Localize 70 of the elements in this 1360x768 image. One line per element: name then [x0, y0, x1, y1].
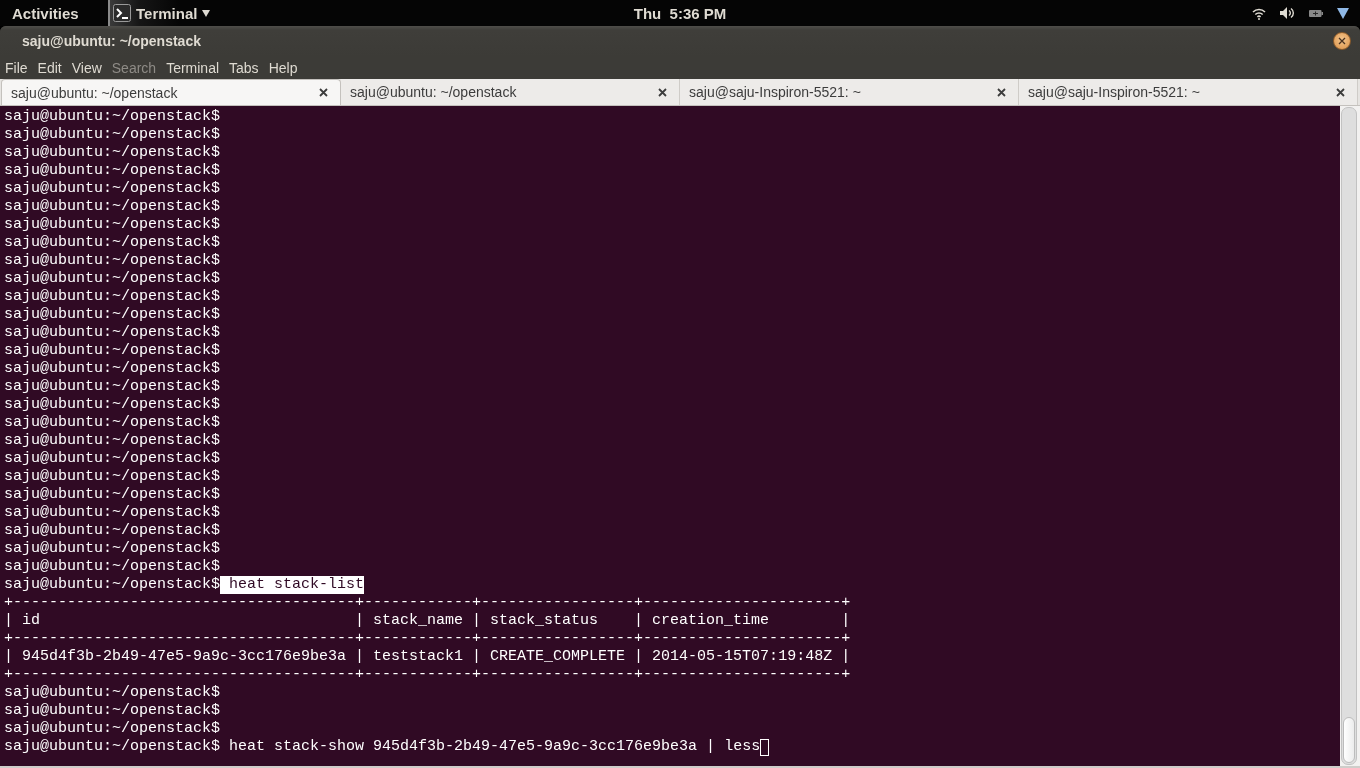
shell-prompt: saju@ubuntu:~/openstack$ [4, 414, 221, 432]
window-title: saju@ubuntu: ~/openstack [22, 33, 201, 49]
activities-button[interactable]: Activities [12, 4, 96, 22]
shell-prompt: saju@ubuntu:~/openstack$ [4, 216, 221, 234]
close-icon [1336, 87, 1345, 97]
tab-close-button[interactable] [656, 85, 669, 99]
menu-item[interactable]: Terminal [161, 58, 225, 77]
shell-prompt: saju@ubuntu:~/openstack$ [4, 288, 221, 306]
shell-prompt: saju@ubuntu:~/openstack$ [4, 738, 221, 756]
shell-prompt: saju@ubuntu:~/openstack$ [4, 540, 221, 558]
shell-prompt: saju@ubuntu:~/openstack$ [4, 306, 221, 324]
terminal-tab[interactable]: saju@saju-Inspiron-5521: ~ [1019, 79, 1358, 105]
shell-prompt: saju@ubuntu:~/openstack$ [4, 378, 221, 396]
shell-prompt: saju@ubuntu:~/openstack$ [4, 342, 221, 360]
shell-prompt: saju@ubuntu:~/openstack$ [4, 702, 221, 720]
close-button[interactable] [1333, 32, 1351, 50]
wifi-icon[interactable] [1252, 6, 1266, 20]
tab-close-button[interactable] [995, 85, 1008, 99]
shell-prompt: saju@ubuntu:~/openstack$ [4, 486, 221, 504]
tab-close-button[interactable] [1334, 85, 1347, 99]
close-icon [658, 87, 667, 97]
close-icon [319, 88, 328, 97]
shell-prompt: saju@ubuntu:~/openstack$ [4, 432, 221, 450]
clock[interactable]: Thu 5:36 PM [633, 4, 727, 22]
caret-icon[interactable] [1337, 7, 1349, 19]
command-text: heat stack-show 945d4f3b-2b49-47e5-9a9c-3cc176e9be3a | less [229, 738, 761, 756]
shell-prompt: saju@ubuntu:~/openstack$ [4, 720, 221, 738]
shell-prompt: saju@ubuntu:~/openstack$ [4, 108, 221, 126]
terminal-output: +--------------------------------------+------------+-----------------+----------------------+ [4, 666, 851, 684]
shell-prompt: saju@ubuntu:~/openstack$ [4, 522, 221, 540]
shell-prompt: saju@ubuntu:~/openstack$ [4, 234, 221, 252]
scrollbar[interactable] [1341, 107, 1357, 765]
shell-prompt: saju@ubuntu:~/openstack$ [4, 450, 221, 468]
shell-prompt: saju@ubuntu:~/openstack$ [4, 558, 221, 576]
menu-item[interactable]: Tabs [224, 58, 264, 77]
shell-prompt: saju@ubuntu:~/openstack$ [4, 504, 221, 522]
shell-prompt: saju@ubuntu:~/openstack$ [4, 324, 221, 342]
menu-item[interactable]: Help [263, 58, 303, 77]
terminal-output: +--------------------------------------+------------+-----------------+----------------------+ [4, 594, 851, 612]
shell-prompt: saju@ubuntu:~/openstack$ [4, 180, 221, 198]
caret-icon [202, 9, 211, 17]
scrollbar-thumb[interactable] [1343, 717, 1355, 763]
shell-prompt: saju@ubuntu:~/openstack$ [4, 468, 221, 486]
close-icon [997, 87, 1006, 97]
shell-prompt: saju@ubuntu:~/openstack$ [4, 162, 221, 180]
shell-prompt: saju@ubuntu:~/openstack$ [4, 360, 221, 378]
terminal-output: +--------------------------------------+------------+-----------------+----------------------+ [4, 630, 851, 648]
terminal-area[interactable] [0, 106, 1340, 766]
menu-item[interactable]: View [66, 58, 107, 77]
shell-prompt: saju@ubuntu:~/openstack$ [4, 576, 221, 594]
battery-icon[interactable] [1309, 9, 1323, 17]
terminal-output: | id | stack_name | stack_status | creation_time | [4, 612, 851, 630]
terminal-tab[interactable]: saju@saju-Inspiron-5521: ~ [680, 79, 1019, 105]
shell-prompt: saju@ubuntu:~/openstack$ [4, 198, 221, 216]
shell-prompt: saju@ubuntu:~/openstack$ [4, 126, 221, 144]
terminal-icon [113, 4, 131, 22]
command-text: heat stack-list [220, 576, 365, 594]
shell-prompt: saju@ubuntu:~/openstack$ [4, 144, 221, 162]
shell-prompt: saju@ubuntu:~/openstack$ [4, 252, 221, 270]
shell-prompt: saju@ubuntu:~/openstack$ [4, 684, 221, 702]
menu-item[interactable]: File [0, 58, 33, 77]
terminal-tab[interactable]: saju@ubuntu: ~/openstack [341, 79, 680, 105]
close-icon [1338, 37, 1346, 45]
tab-close-button[interactable] [317, 86, 330, 99]
terminal-tab[interactable]: saju@ubuntu: ~/openstack [1, 79, 341, 105]
volume-icon[interactable] [1280, 7, 1295, 19]
shell-prompt: saju@ubuntu:~/openstack$ [4, 396, 221, 414]
shell-prompt: saju@ubuntu:~/openstack$ [4, 270, 221, 288]
terminal-output: | 945d4f3b-2b49-47e5-9a9c-3cc176e9be3a | teststack1 | CREATE_COMPLETE | 2014-05-15T07:19:48Z | [4, 648, 851, 666]
menu-item[interactable]: Edit [32, 58, 67, 77]
